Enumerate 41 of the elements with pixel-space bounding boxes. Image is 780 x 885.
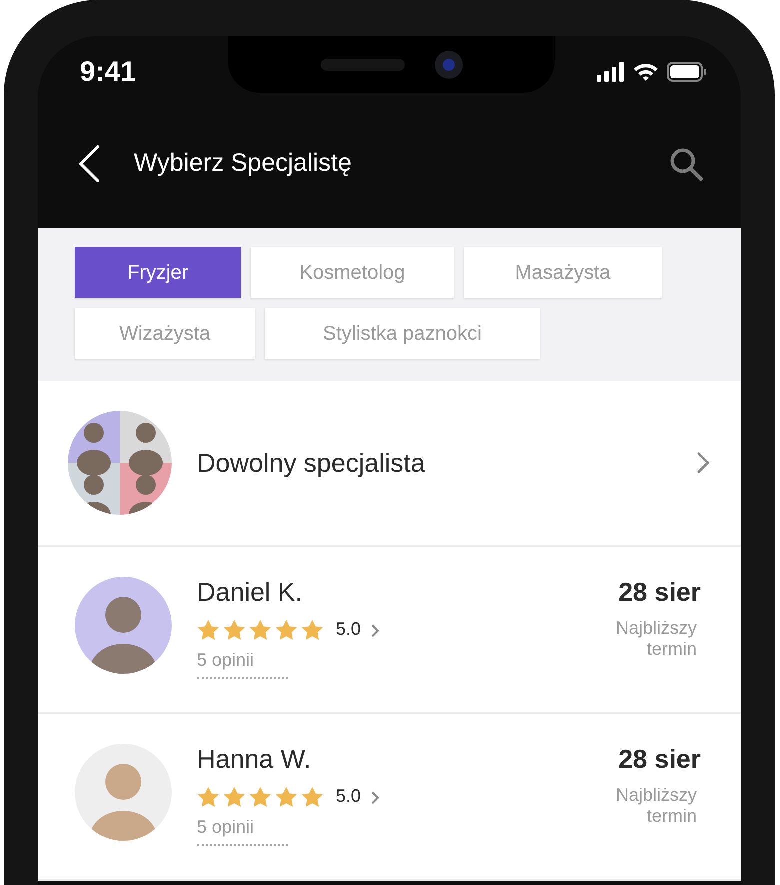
reviews-link[interactable]: 5 opinii [197, 814, 288, 846]
rating-value: 5.0 [336, 618, 362, 641]
wifi-icon [633, 62, 659, 82]
chevron-right-icon [371, 791, 380, 805]
camera-lens [434, 50, 462, 78]
star-icon [301, 786, 324, 808]
specialist-row[interactable]: Daniel K. 5.0 5 opinii 28 sier Najbliższy termin [38, 547, 741, 714]
star-icon [275, 618, 298, 640]
any-specialist-label: Dowolny specjalista [197, 446, 426, 480]
star-icon [223, 618, 246, 640]
category-tab[interactable]: Stylistka paznokci [265, 308, 540, 359]
category-tab[interactable]: Fryzjer [75, 247, 241, 298]
category-tab[interactable]: Wizażysta [75, 308, 255, 359]
chevron-right-icon [371, 624, 380, 638]
page-title: Wybierz Specjalistę [134, 148, 352, 180]
search-button[interactable] [669, 147, 703, 181]
star-icon [197, 786, 220, 808]
category-tab[interactable]: Masażysta [464, 247, 662, 298]
star-icon [301, 618, 324, 640]
chevron-right-icon [697, 452, 711, 474]
star-icon [249, 618, 272, 640]
star-icon [275, 786, 298, 808]
reviews-link[interactable]: 5 opinii [197, 647, 288, 679]
back-icon [78, 145, 100, 183]
appointment-date: 28 sier [618, 743, 701, 775]
status-time: 9:41 [80, 55, 136, 89]
star-icon [249, 786, 272, 808]
date-label: Najbliższy termin [614, 618, 697, 660]
appointment-date: 28 sier [618, 576, 701, 608]
specialist-name: Hanna W. [197, 743, 312, 775]
category-tab[interactable]: Kosmetolog [251, 247, 454, 298]
specialist-row[interactable]: Hanna W. 5.0 5 opinii 28 sier Najbliższy termin [38, 714, 741, 881]
star-icon [197, 618, 220, 640]
specialist-name: Daniel K. [197, 576, 304, 608]
any-specialist-row[interactable]: Dowolny specjalista [38, 381, 741, 547]
search-icon [670, 148, 702, 180]
battery-icon [667, 62, 707, 82]
rating-value: 5.0 [336, 785, 362, 808]
date-label: Najbliższy termin [614, 785, 697, 827]
signal-icon [597, 62, 625, 82]
star-icon [223, 786, 246, 808]
